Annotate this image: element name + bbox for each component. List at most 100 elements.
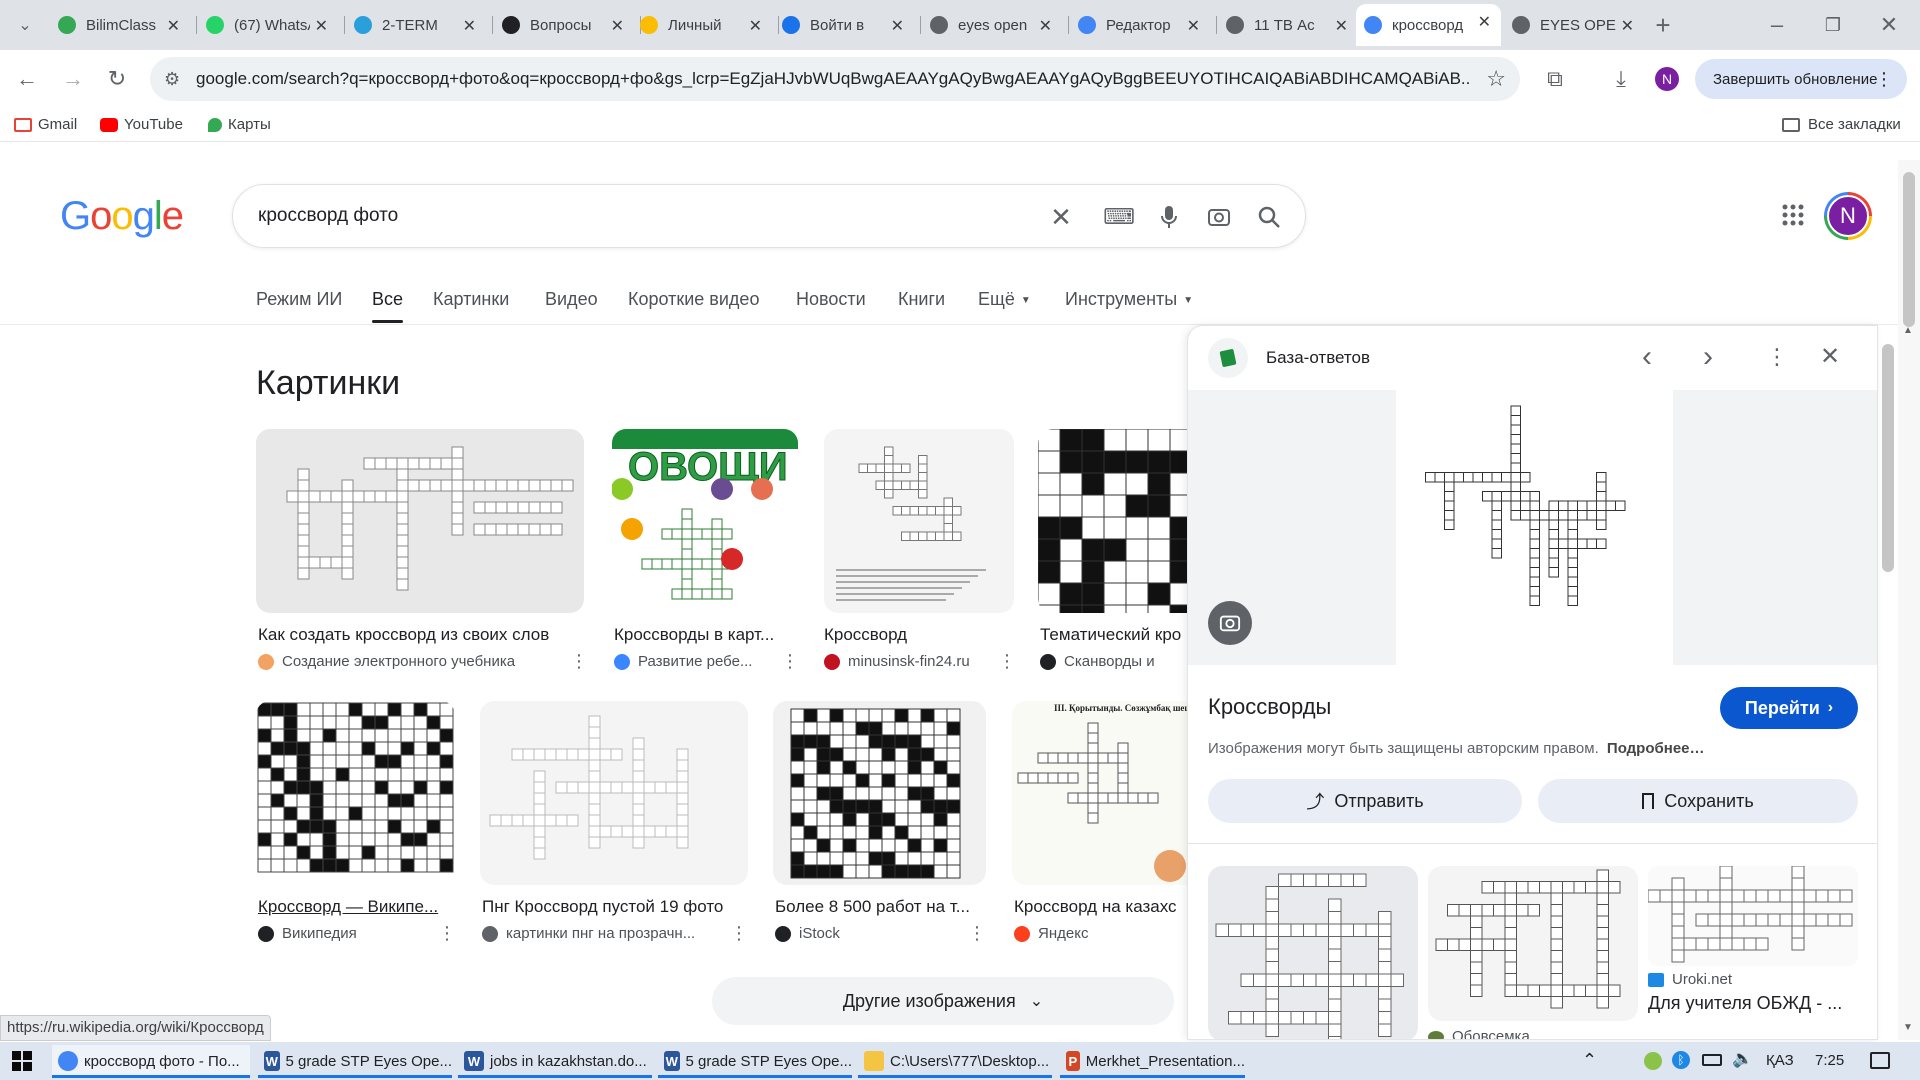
notifications-icon[interactable] bbox=[1870, 1052, 1890, 1069]
account-avatar[interactable]: N bbox=[1824, 192, 1872, 240]
more-options-icon[interactable]: ⋮ bbox=[781, 651, 799, 672]
image-title[interactable]: Пнг Кроссворд пустой 19 фото bbox=[482, 897, 744, 917]
image-source[interactable]: Яндекс bbox=[1014, 925, 1159, 942]
image-title[interactable]: Кроссворд на казахс bbox=[1014, 897, 1187, 917]
tab-close-icon[interactable]: ✕ bbox=[1478, 12, 1491, 32]
panel-scrollbar-thumb[interactable] bbox=[1882, 344, 1894, 572]
clock[interactable]: 7:25 bbox=[1815, 1052, 1844, 1069]
image-source[interactable]: Развитие ребе... bbox=[614, 653, 766, 670]
browser-tab[interactable]: 2-TERM ✕ bbox=[346, 8, 486, 42]
new-tab-button[interactable]: + bbox=[1648, 10, 1678, 40]
related-source-3[interactable]: Uroki.net bbox=[1648, 971, 1848, 988]
panel-close-icon[interactable]: ✕ bbox=[1820, 342, 1840, 371]
volume-icon[interactable]: 🔈 bbox=[1732, 1049, 1753, 1069]
image-source[interactable]: Сканворды и кро bbox=[1040, 653, 1159, 670]
more-options-icon[interactable]: ⋮ bbox=[438, 923, 456, 944]
bluetooth-icon[interactable]: ᛒ bbox=[1672, 1051, 1690, 1069]
extensions-icon[interactable]: ⧉ bbox=[1540, 64, 1570, 94]
google-logo[interactable]: Google bbox=[60, 194, 184, 239]
image-title[interactable]: Тематический кро bbox=[1040, 625, 1187, 645]
clear-search-icon[interactable]: ✕ bbox=[1047, 202, 1075, 232]
tab-search-icon[interactable]: ⌄ bbox=[10, 10, 40, 40]
nav-tab[interactable]: Видео bbox=[545, 289, 598, 310]
minimize-window-button[interactable]: – bbox=[1762, 10, 1792, 40]
taskbar-app[interactable]: C:\Users\777\Desktop... bbox=[858, 1045, 1052, 1078]
related-thumb-3[interactable] bbox=[1648, 866, 1858, 966]
image-title[interactable]: Как создать кроссворд из своих слов bbox=[258, 625, 588, 645]
browser-tab[interactable]: eyes open ✕ bbox=[922, 8, 1062, 42]
tray-app-icon[interactable] bbox=[1644, 1052, 1662, 1070]
keyboard-icon[interactable]: ⌨ bbox=[1103, 203, 1135, 231]
preview-image-area[interactable] bbox=[1188, 390, 1877, 665]
browser-tab[interactable]: (67) WhatsApp ✕ bbox=[198, 8, 338, 42]
image-thumb-3[interactable] bbox=[824, 429, 1014, 613]
panel-more-icon[interactable]: ⋮ bbox=[1766, 344, 1788, 370]
more-options-icon[interactable]: ⋮ bbox=[570, 651, 588, 672]
maximize-window-button[interactable]: ❐ bbox=[1818, 10, 1848, 40]
tab-close-icon[interactable]: ✕ bbox=[611, 16, 624, 36]
tab-close-icon[interactable]: ✕ bbox=[1039, 16, 1052, 36]
go-to-site-button[interactable]: Перейти › bbox=[1720, 687, 1858, 729]
related-source-2[interactable]: Обовсемка bbox=[1428, 1028, 1628, 1039]
prev-image-icon[interactable]: ‹ bbox=[1642, 340, 1652, 374]
more-images-button[interactable]: Другие изображения ⌄ bbox=[712, 977, 1174, 1025]
browser-tab[interactable]: 11 ТВ Ас ✕ bbox=[1218, 8, 1358, 42]
lens-search-icon[interactable] bbox=[1208, 601, 1252, 645]
address-url[interactable]: google.com/search?q=кроссворд+фото&oq=кр… bbox=[196, 69, 1471, 89]
image-thumb-6[interactable] bbox=[480, 701, 748, 885]
tab-close-icon[interactable]: ✕ bbox=[1187, 16, 1200, 36]
more-options-icon[interactable]: ⋮ bbox=[730, 923, 748, 944]
tab-close-icon[interactable]: ✕ bbox=[167, 16, 180, 36]
page-scrollbar-thumb[interactable] bbox=[1903, 172, 1915, 327]
nav-tab[interactable]: Ещё ▼ bbox=[978, 289, 1031, 310]
nav-tab[interactable]: Режим ИИ bbox=[256, 289, 342, 310]
profile-avatar[interactable]: N bbox=[1652, 64, 1682, 94]
image-source[interactable]: minusinsk-fin24.ru bbox=[824, 653, 986, 670]
all-bookmarks[interactable]: Все закладки bbox=[1782, 116, 1901, 133]
bookmark-youtube[interactable]: YouTube bbox=[100, 116, 183, 133]
browser-tab[interactable]: Войти в ✕ bbox=[774, 8, 914, 42]
next-image-icon[interactable]: › bbox=[1703, 340, 1713, 374]
related-thumb-1[interactable] bbox=[1208, 866, 1418, 1039]
address-bar[interactable]: ⚙ google.com/search?q=кроссворд+фото&oq=… bbox=[150, 57, 1520, 101]
related-thumb-2[interactable] bbox=[1428, 866, 1638, 1021]
image-source[interactable]: Википедия bbox=[258, 925, 430, 942]
tab-close-icon[interactable]: ✕ bbox=[1335, 16, 1348, 36]
browser-tab[interactable]: BilimClass ✕ bbox=[50, 8, 190, 42]
more-options-icon[interactable]: ⋮ bbox=[998, 651, 1016, 672]
tab-close-icon[interactable]: ✕ bbox=[463, 16, 476, 36]
image-thumb-5[interactable] bbox=[256, 701, 455, 885]
update-chrome-button[interactable]: Завершить обновление ⋮ bbox=[1695, 59, 1907, 99]
taskbar-app[interactable]: W 5 grade STP Eyes Ope... bbox=[258, 1045, 452, 1078]
save-button[interactable]: Сохранить bbox=[1538, 779, 1858, 823]
downloads-icon[interactable]: ⤓ bbox=[1606, 64, 1636, 94]
tab-close-icon[interactable]: ✕ bbox=[749, 16, 762, 36]
nav-tab[interactable]: Инструменты ▼ bbox=[1065, 289, 1193, 310]
image-title[interactable]: Кроссворд — Википе... bbox=[258, 897, 458, 917]
bookmark-gmail[interactable]: Gmail bbox=[14, 116, 77, 133]
taskbar-app[interactable]: кроссворд фото - По... bbox=[52, 1045, 250, 1078]
battery-icon[interactable] bbox=[1702, 1054, 1722, 1066]
related-title-3[interactable]: Для учителя ОБЖД - ... bbox=[1648, 993, 1858, 1014]
browser-tab[interactable]: Вопросы ✕ bbox=[494, 8, 634, 42]
bookmark-star-icon[interactable]: ☆ bbox=[1486, 66, 1506, 92]
taskbar-app[interactable]: Wjobs in kazakhstan.do... bbox=[458, 1045, 652, 1078]
image-thumb-1[interactable] bbox=[256, 429, 584, 613]
google-apps-icon[interactable] bbox=[1782, 204, 1804, 226]
back-icon[interactable]: ← bbox=[12, 64, 42, 94]
windows-start-icon[interactable] bbox=[12, 1051, 32, 1071]
microphone-icon[interactable] bbox=[1155, 203, 1183, 231]
close-window-button[interactable]: ✕ bbox=[1874, 10, 1904, 40]
share-button[interactable]: ⤴ Отправить bbox=[1208, 779, 1522, 823]
tray-chevron-icon[interactable]: ⌃ bbox=[1582, 1050, 1597, 1071]
keyboard-language[interactable]: ҚАЗ bbox=[1766, 1052, 1794, 1069]
image-source[interactable]: картинки пнг на прозрачн... bbox=[482, 925, 716, 942]
search-input[interactable]: кроссворд фото bbox=[258, 205, 398, 227]
browser-tab[interactable]: кроссворд ✕ bbox=[1356, 4, 1501, 46]
image-thumb-2[interactable]: ОВОЩИ bbox=[612, 429, 798, 613]
search-box[interactable]: кроссворд фото ✕ ⌨ bbox=[232, 184, 1306, 248]
tab-close-icon[interactable]: ✕ bbox=[1621, 16, 1634, 36]
nav-tab[interactable]: Новости bbox=[796, 289, 866, 310]
taskbar-app[interactable]: P Merkhet_Presentation... bbox=[1060, 1045, 1245, 1078]
image-source[interactable]: Создание электронного учебника bbox=[258, 653, 560, 670]
